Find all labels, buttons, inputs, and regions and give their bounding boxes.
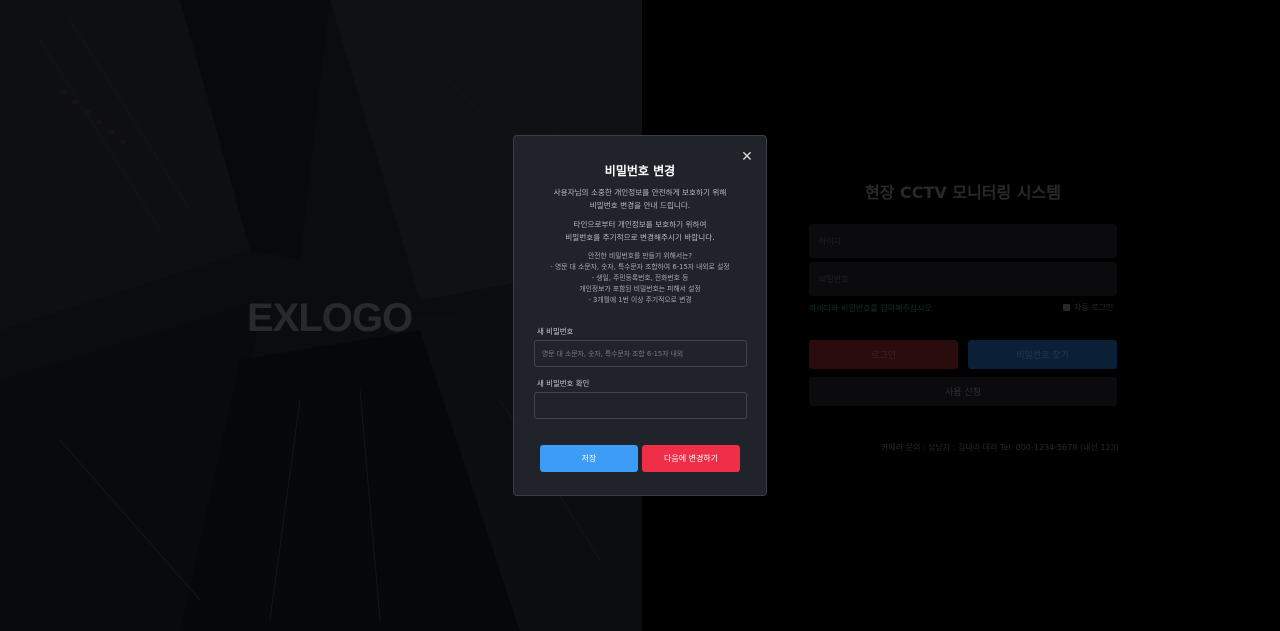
- modal-tips-text: 안전한 비밀번호를 만들기 위해서는? - 영문 대 소문자, 숫자, 특수문자…: [550, 252, 730, 304]
- change-later-button[interactable]: 다음에 변경하기: [642, 445, 740, 472]
- modal-reason-text: 타인으로부터 개인정보를 보호하기 위하여 비밀번호를 주기적으로 변경해주시기…: [565, 220, 715, 242]
- new-password-label: 새 비밀번호: [537, 327, 574, 336]
- confirm-password-label: 새 비밀번호 확인: [537, 379, 590, 388]
- modal-intro-text: 사용자님의 소중한 개인정보를 안전하게 보호하기 위해 비밀번호 변경을 안내…: [553, 188, 727, 210]
- confirm-password-input[interactable]: [534, 392, 747, 419]
- modal-title: 비밀번호 변경: [604, 164, 676, 178]
- save-button[interactable]: 저장: [540, 445, 638, 472]
- new-password-input[interactable]: [534, 340, 747, 367]
- password-change-modal: ✕ 비밀번호 변경 사용자님의 소중한 개인정보를 안전하게 보호하기 위해 비…: [513, 135, 767, 496]
